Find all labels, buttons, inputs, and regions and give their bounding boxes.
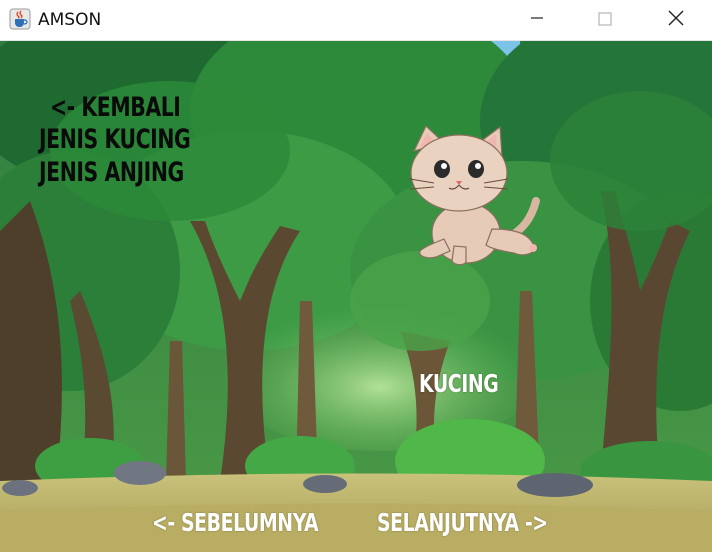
- maximize-icon: [598, 12, 612, 26]
- next-button[interactable]: SELANJUTNYA ->: [377, 508, 548, 537]
- app-window: AMSON <- KEMBALI JENIS KUCING JENIS ANJI…: [0, 0, 712, 552]
- window-title: AMSON: [38, 10, 102, 30]
- content-panel: <- KEMBALI JENIS KUCING JENIS ANJING KUC…: [0, 41, 712, 552]
- minimize-button[interactable]: [514, 0, 560, 40]
- java-cup-icon: [9, 8, 31, 30]
- maximize-button[interactable]: [582, 0, 628, 40]
- back-button[interactable]: <- KEMBALI: [50, 92, 181, 123]
- close-icon: [668, 10, 684, 26]
- cat-illustration: [409, 124, 540, 266]
- close-button[interactable]: [653, 0, 699, 40]
- minimize-icon: [531, 17, 543, 19]
- cat-types-menu-item[interactable]: JENIS KUCING: [39, 124, 191, 155]
- animal-name-label: KUCING: [419, 369, 499, 398]
- title-bar: AMSON: [0, 0, 712, 41]
- dog-types-menu-item[interactable]: JENIS ANJING: [39, 157, 184, 188]
- previous-button[interactable]: <- SEBELUMNYA: [152, 508, 319, 537]
